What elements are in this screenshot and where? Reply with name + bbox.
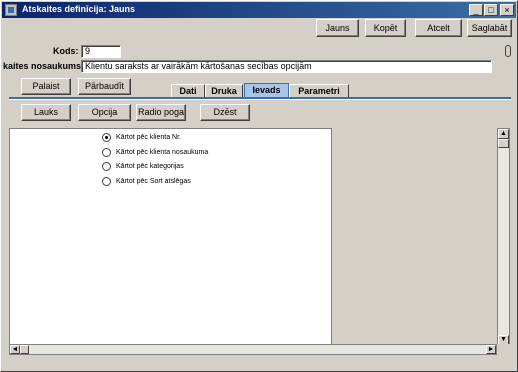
radio-unchecked-icon[interactable] xyxy=(102,147,111,157)
tab-print[interactable]: Druka xyxy=(205,84,243,98)
save-button[interactable]: Saglabāt xyxy=(467,19,512,37)
tab-data[interactable]: Dati xyxy=(171,84,205,98)
radio-option-sort-by-category[interactable]: Kārtot pēc kategorijas xyxy=(102,160,184,172)
delete-button[interactable]: Dzēst xyxy=(200,104,250,121)
report-name-label: kaites nosaukums: xyxy=(3,61,85,71)
title-bar[interactable]: Atskaites definīcija: Jauns _ □ × xyxy=(2,2,516,18)
radio-option-sort-by-number[interactable]: Kārtot pēc klienta Nr. xyxy=(102,131,181,143)
close-button[interactable]: × xyxy=(500,4,514,16)
scrollbar-corner xyxy=(497,344,510,355)
report-definition-window: Atskaites definīcija: Jauns _ □ × Jauns … xyxy=(0,0,518,372)
radio-unchecked-icon[interactable] xyxy=(102,176,111,186)
canvas-margin-area xyxy=(331,128,497,346)
scroll-left-icon[interactable]: ◄ xyxy=(10,345,20,354)
option-button[interactable]: Opcija xyxy=(78,104,131,121)
window-title: Atskaites definīcija: Jauns xyxy=(22,4,136,14)
scroll-thumb-horizontal[interactable] xyxy=(20,345,29,354)
cancel-button[interactable]: Atcelt xyxy=(415,19,462,37)
copy-button[interactable]: Kopēt xyxy=(365,19,406,37)
code-field[interactable]: 9 xyxy=(81,45,121,58)
app-icon xyxy=(5,4,17,16)
run-button[interactable]: Palaist xyxy=(21,78,71,95)
paperclip-icon[interactable] xyxy=(505,45,511,57)
scroll-right-icon[interactable]: ► xyxy=(486,345,496,354)
radio-button-button[interactable]: Radio poga xyxy=(136,104,186,121)
minimize-button[interactable]: _ xyxy=(469,4,483,16)
radio-option-sort-by-key[interactable]: Kārtot pēc Sort atslēgas xyxy=(102,175,191,187)
verify-button[interactable]: Pārbaudīt xyxy=(78,78,131,95)
radio-label: Kārtot pēc Sort atslēgas xyxy=(116,177,191,185)
radio-label: Kārtot pēc klienta Nr. xyxy=(116,133,181,141)
scroll-up-icon[interactable]: ▲ xyxy=(498,129,509,139)
radio-unchecked-icon[interactable] xyxy=(102,161,111,171)
radio-checked-icon[interactable] xyxy=(102,132,111,142)
radio-option-sort-by-name[interactable]: Kārtot pēc klienta nosaukuma xyxy=(102,146,208,158)
tab-parameters[interactable]: Parametri xyxy=(289,84,349,98)
field-button[interactable]: Lauks xyxy=(21,104,71,121)
code-label: Kods: xyxy=(53,46,79,56)
tab-divider-highlight xyxy=(9,99,511,100)
scroll-thumb[interactable] xyxy=(498,139,509,148)
new-button[interactable]: Jauns xyxy=(316,19,359,37)
radio-label: Kārtot pēc klienta nosaukuma xyxy=(116,148,209,156)
radio-label: Kārtot pēc kategorijas xyxy=(116,162,184,170)
vertical-scrollbar[interactable]: ▲ ▼ xyxy=(497,128,510,346)
report-name-field[interactable]: Klientu saraksts ar vairākām kārtošanas … xyxy=(81,60,492,73)
maximize-button[interactable]: □ xyxy=(484,4,498,16)
horizontal-scrollbar[interactable]: ◄ ► xyxy=(9,344,497,355)
tab-input[interactable]: Ievads xyxy=(244,83,289,98)
